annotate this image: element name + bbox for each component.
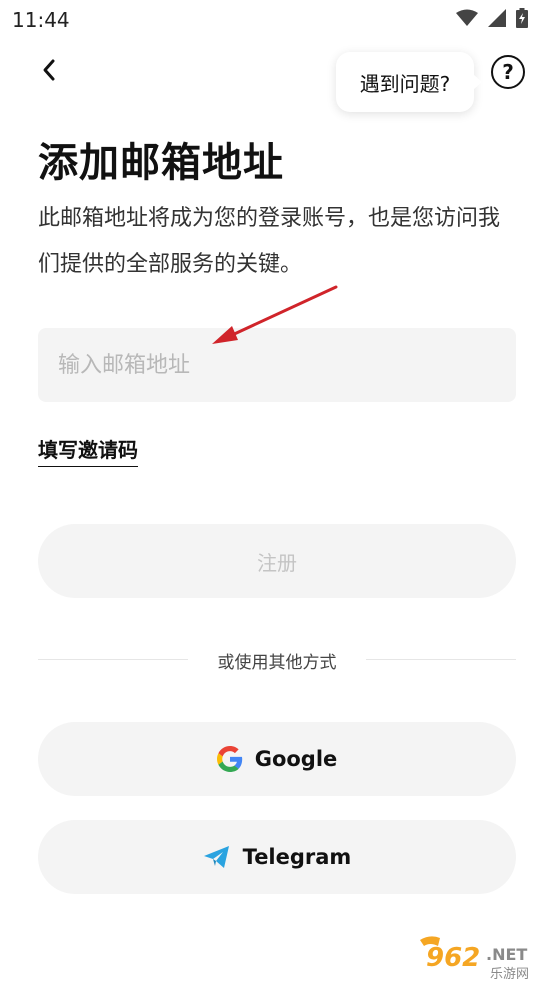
watermark-site: 乐游网: [490, 967, 529, 982]
telegram-label: Telegram: [242, 845, 352, 869]
page-description: 此邮箱地址将成为您的登录账号，也是您访问我们提供的全部服务的关键。: [38, 206, 501, 277]
divider-text: 或使用其他方式: [217, 653, 337, 673]
google-signin-button[interactable]: Google: [38, 722, 516, 796]
help-button[interactable]: ?: [491, 55, 525, 89]
chevron-left-icon: [43, 59, 55, 81]
google-label: Google: [254, 747, 338, 771]
status-time: 11:44: [12, 8, 70, 32]
telegram-icon: [203, 846, 229, 868]
signal-icon: [488, 9, 506, 27]
watermark-suffix: .NET: [486, 945, 527, 964]
back-button[interactable]: [34, 52, 64, 88]
divider: 或使用其他方式: [38, 648, 516, 673]
watermark-logo: 962 .NET 乐游网: [416, 932, 546, 982]
wifi-icon: [456, 9, 478, 26]
status-bar: 11:44: [0, 0, 554, 40]
register-button[interactable]: 注册: [38, 524, 516, 598]
invite-code-link[interactable]: 填写邀请码: [38, 434, 138, 467]
question-icon: ?: [502, 60, 514, 84]
email-field[interactable]: [38, 328, 516, 402]
page-title: 添加邮箱地址: [38, 140, 284, 186]
google-icon: [216, 746, 242, 772]
status-icons: [456, 8, 528, 28]
watermark-number: 962: [426, 943, 480, 973]
help-tooltip[interactable]: 遇到问题?: [336, 52, 482, 112]
battery-icon: [516, 8, 528, 28]
telegram-signin-button[interactable]: Telegram: [38, 820, 516, 894]
divider-line-right: [366, 659, 516, 660]
